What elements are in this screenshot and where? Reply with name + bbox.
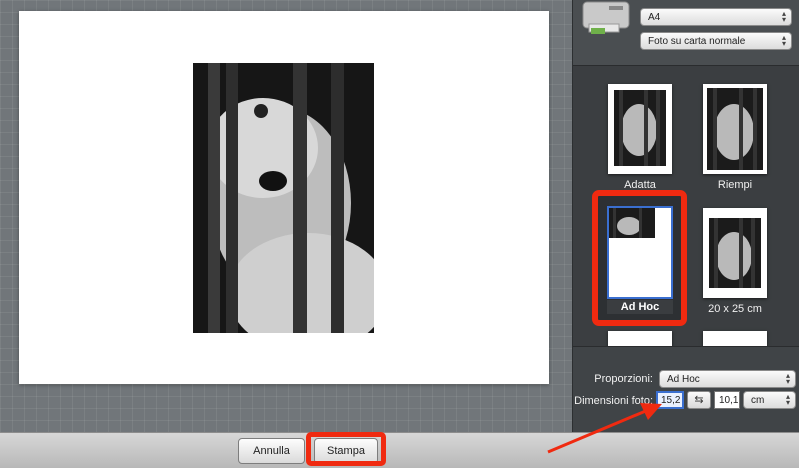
unit-value: cm — [751, 395, 765, 406]
paper-preview — [19, 11, 549, 384]
select-arrows-icon: ▴ ▾ — [785, 371, 790, 386]
paper-type-value: Foto su carta normale — [648, 36, 746, 47]
photo-width-field[interactable]: 15,2 — [656, 391, 684, 409]
proportions-label: Proporzioni: — [594, 373, 653, 385]
print-settings-sidebar: A4 ▴ ▾ Foto su carta normale ▴ ▾ Adatta Ri… — [572, 0, 799, 432]
photo-settings-panel: Proporzioni: Ad Hoc ▴ ▾ Dimensioni foto: … — [573, 346, 799, 432]
unit-select[interactable]: cm ▴ ▾ — [743, 391, 796, 409]
layout-thumb-riempi[interactable] — [703, 84, 767, 174]
paper-size-value: A4 — [648, 12, 661, 23]
bottom-toolbar: Annulla Stampa — [0, 432, 799, 468]
layout-label-riempi: Riempi — [717, 179, 753, 191]
photo-height-field[interactable]: 10,1 — [714, 391, 740, 409]
layout-label-adhoc: Ad Hoc — [607, 300, 673, 314]
dog-photo-image — [193, 63, 374, 333]
printer-icon — [579, 0, 633, 38]
swap-dimensions-icon[interactable]: ⇆ — [687, 391, 711, 409]
proportions-value: Ad Hoc — [667, 374, 700, 385]
thumb-photo — [709, 218, 761, 288]
highlight-frame — [306, 432, 386, 466]
layout-label-20x25: 20 x 25 cm — [708, 303, 762, 315]
layout-thumbnails: Adatta Riempi Ad Hoc 20 x 25 cm — [573, 66, 799, 346]
select-arrows-icon: ▴ ▾ — [781, 9, 786, 24]
cancel-button[interactable]: Annulla — [238, 438, 305, 464]
thumb-photo — [614, 90, 666, 166]
thumb-photo — [707, 88, 763, 170]
dog-photo[interactable] — [193, 63, 374, 333]
layout-thumb-adatta[interactable] — [608, 84, 672, 174]
paper-type-select[interactable]: Foto su carta normale ▴ ▾ — [640, 32, 792, 50]
select-arrows-icon: ▴ ▾ — [781, 33, 786, 48]
layout-thumb-adhoc[interactable] — [607, 206, 673, 299]
select-arrows-icon: ▴ ▾ — [785, 392, 790, 407]
layout-thumb-next-2[interactable] — [703, 331, 767, 346]
layout-thumb-20x25[interactable] — [703, 208, 767, 298]
printer-settings-header: A4 ▴ ▾ Foto su carta normale ▴ ▾ — [573, 0, 799, 66]
dimensions-label: Dimensioni foto: — [574, 395, 653, 407]
proportions-select[interactable]: Ad Hoc ▴ ▾ — [659, 370, 796, 388]
paper-size-select[interactable]: A4 ▴ ▾ — [640, 8, 792, 26]
thumb-photo — [609, 208, 655, 238]
layout-thumb-next-1[interactable] — [608, 331, 672, 346]
preview-area — [0, 0, 572, 432]
